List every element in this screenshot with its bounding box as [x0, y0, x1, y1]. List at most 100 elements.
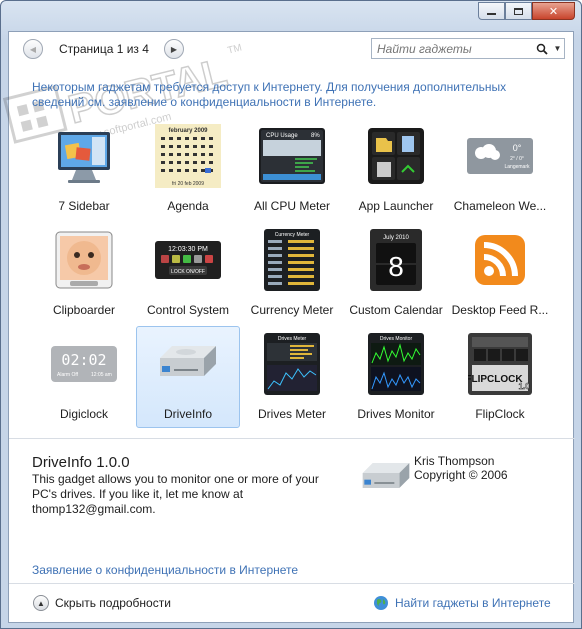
gadget-label: Agenda — [167, 199, 209, 213]
previous-page-button[interactable]: ◀ — [23, 39, 43, 59]
window-controls: ✕ — [478, 2, 575, 20]
calendar-month: July 2010 — [383, 235, 409, 241]
maximize-icon — [514, 7, 523, 15]
chameleon-range: 2° / 0° — [510, 156, 524, 162]
gadget-label: Control System — [146, 303, 230, 317]
app-launcher-thumbnail — [356, 124, 436, 188]
privacy-statement-link[interactable]: Заявление о конфиденциальности в Интерне… — [32, 563, 298, 577]
chevron-up-icon: ▲ — [33, 595, 49, 611]
search-dropdown-icon[interactable]: ▼ — [551, 44, 564, 53]
gadget-tile-control-system[interactable]: 12:03:30 PM LOCK ON/OFF Control System — [136, 222, 240, 324]
calendar-day: 8 — [388, 251, 404, 282]
gadget-label: All CPU Meter — [253, 199, 330, 213]
gadget-label: DriveInfo — [163, 407, 213, 421]
gadget-tile-agenda[interactable]: february 2009 fri 20 feb 2009 Agenda — [136, 118, 240, 220]
gadget-label: Clipboarder — [52, 303, 116, 317]
gadget-tile-flipclock[interactable]: FLIPCLOCK 1.0 FlipClock — [448, 326, 552, 428]
gadget-label: Currency Meter — [250, 303, 334, 317]
close-button[interactable]: ✕ — [532, 2, 575, 20]
toolbar: ◀ Страница 1 из 4 ▶ ▼ — [9, 32, 573, 66]
agenda-footer: fri 20 feb 2009 — [172, 181, 204, 187]
next-page-button[interactable]: ▶ — [164, 39, 184, 59]
gadget-tile-currency-meter[interactable]: Currency Meter Currency Meter — [240, 222, 344, 324]
gadget-label: Custom Calendar — [349, 303, 443, 317]
agenda-thumbnail: february 2009 fri 20 feb 2009 — [148, 124, 228, 188]
page-indicator: Страница 1 из 4 — [59, 42, 149, 56]
chameleon-temp: 0° — [513, 143, 522, 153]
cpu-pct: 8% — [311, 133, 320, 139]
chevron-right-icon: ▶ — [170, 44, 178, 54]
flipclock-label: FLIPCLOCK — [468, 374, 523, 385]
chameleon-city: Langemark — [504, 164, 530, 170]
gadget-label: FlipClock — [475, 407, 525, 421]
search-box: ▼ — [371, 38, 565, 59]
title-bar[interactable]: ✕ — [1, 1, 581, 31]
globe-icon — [374, 596, 388, 610]
details-author: Kris Thompson — [414, 454, 495, 468]
gadget-tile-7-sidebar[interactable]: 7 Sidebar — [32, 118, 136, 220]
drivesmeter-title: Drives Meter — [278, 336, 307, 342]
minimize-button[interactable] — [478, 2, 505, 20]
footer-divider — [9, 583, 575, 584]
digiclock-thumbnail: 02:02 Alarm Off 12:05 am — [44, 332, 124, 396]
gadget-label: 7 Sidebar — [58, 199, 110, 213]
currency-title: Currency Meter — [275, 232, 310, 238]
gadget-label: App Launcher — [358, 199, 434, 213]
all-cpu-meter-thumbnail: CPU Usage 8% — [252, 124, 332, 188]
gadget-label: Drives Meter — [257, 407, 326, 421]
gadget-tile-digiclock[interactable]: 02:02 Alarm Off 12:05 am Digiclock — [32, 326, 136, 428]
details-title: DriveInfo 1.0.0 — [32, 454, 130, 471]
7-sidebar-thumbnail — [44, 124, 124, 188]
gadget-label: Chameleon We... — [453, 199, 547, 213]
details-description: This gadget allows you to monitor one or… — [32, 472, 319, 516]
close-icon: ✕ — [548, 4, 559, 18]
gadget-tile-custom-calendar[interactable]: July 2010 8 Custom Calendar — [344, 222, 448, 324]
drives-monitor-thumbnail: Drives Monitor — [356, 332, 436, 396]
hide-details-label: Скрыть подробности — [55, 596, 171, 610]
flipclock-thumbnail: FLIPCLOCK 1.0 — [460, 332, 540, 396]
drivesmonitor-title: Drives Monitor — [380, 336, 413, 342]
gadget-tile-drives-monitor[interactable]: Drives Monitor Drives Monitor — [344, 326, 448, 428]
chameleon-weather-thumbnail: 0° 2° / 0° Langemark — [460, 124, 540, 188]
control-time: 12:03:30 PM — [168, 246, 208, 253]
minimize-icon — [487, 13, 496, 15]
control-system-thumbnail: 12:03:30 PM LOCK ON/OFF — [148, 228, 228, 292]
clipboarder-thumbnail — [44, 228, 124, 292]
maximize-button[interactable] — [505, 2, 532, 20]
digiclock-sub2: 12:05 am — [91, 372, 112, 378]
digiclock-time: 02:02 — [61, 351, 106, 369]
gadget-label: Desktop Feed R... — [451, 303, 549, 317]
control-lock: LOCK ON/OFF — [171, 269, 205, 275]
gadget-tile-drives-meter[interactable]: Drives Meter Drives Meter — [240, 326, 344, 428]
details-copyright: Copyright © 2006 — [414, 468, 508, 482]
currency-meter-thumbnail: Currency Meter — [252, 228, 332, 292]
chevron-left-icon: ◀ — [29, 44, 37, 54]
flipclock-version: 1.0 — [518, 382, 530, 391]
search-input[interactable] — [372, 39, 534, 58]
cpu-title: CPU Usage — [266, 133, 298, 139]
custom-calendar-thumbnail: July 2010 8 — [356, 228, 436, 292]
gadget-tile-app-launcher[interactable]: App Launcher — [344, 118, 448, 220]
hard-drive-icon — [362, 463, 410, 488]
gallery-content: ◀ Страница 1 из 4 ▶ ▼ PORTAL TM www.soft… — [2, 31, 575, 623]
hard-drive-icon — [160, 346, 216, 376]
gadget-tile-driveinfo[interactable]: DriveInfo — [136, 326, 240, 428]
gadget-label: Drives Monitor — [357, 407, 435, 421]
driveinfo-thumbnail — [148, 332, 228, 396]
get-gadgets-online-link[interactable]: Найти гаджеты в Интернете — [373, 595, 551, 611]
digiclock-sub1: Alarm Off — [57, 372, 79, 378]
details-divider — [9, 438, 575, 439]
gadget-tile-desktop-feed-reader[interactable]: Desktop Feed R... — [448, 222, 552, 324]
privacy-notice[interactable]: Некоторым гаджетам требуется доступ к Ин… — [32, 80, 532, 110]
gadget-tile-clipboarder[interactable]: Clipboarder — [32, 222, 136, 324]
hide-details-button[interactable]: ▲ Скрыть подробности — [33, 595, 171, 611]
rss-icon — [475, 235, 525, 285]
get-gadgets-online-label: Найти гаджеты в Интернете — [395, 596, 551, 610]
search-icon[interactable] — [534, 43, 551, 55]
gadget-label: Digiclock — [59, 407, 108, 421]
gadget-tile-chameleon-weather[interactable]: 0° 2° / 0° Langemark Chameleon We... — [448, 118, 552, 220]
desktop-feed-reader-thumbnail — [460, 228, 540, 292]
agenda-month: february 2009 — [168, 128, 208, 134]
gadget-tile-all-cpu-meter[interactable]: CPU Usage 8% All CPU Meter — [240, 118, 344, 220]
drives-meter-thumbnail: Drives Meter — [252, 332, 332, 396]
